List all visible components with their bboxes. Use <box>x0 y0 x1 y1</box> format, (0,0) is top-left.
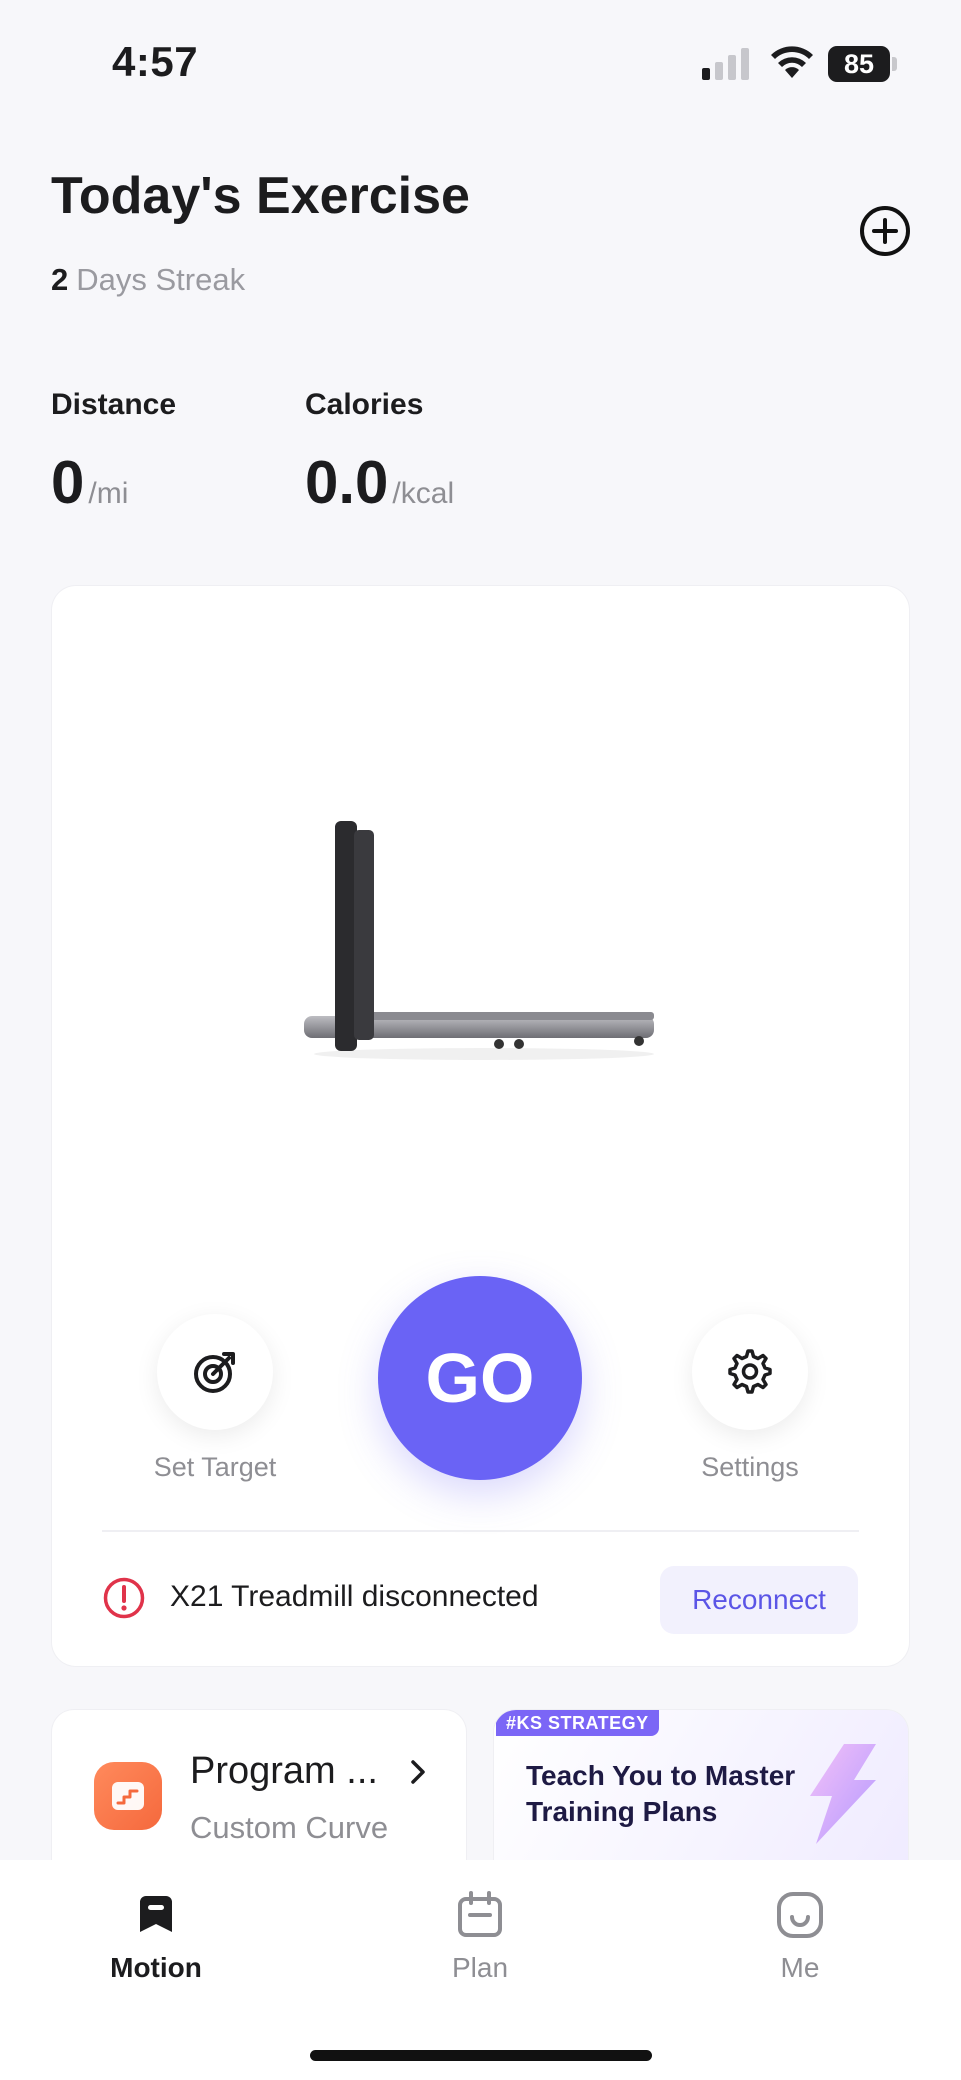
lightning-bolt-icon <box>810 1744 876 1844</box>
set-target-button[interactable] <box>157 1314 273 1430</box>
calories-unit: /kcal <box>392 477 455 510</box>
tab-motion[interactable]: Motion <box>86 1890 226 1984</box>
status-bar: 4:57 85 <box>0 0 961 120</box>
strategy-tag: #KS STRATEGY <box>496 1710 659 1736</box>
distance-value: 0 <box>51 449 85 516</box>
reconnect-button[interactable]: Reconnect <box>660 1566 858 1634</box>
device-card: Set Target GO Settings X21 Treadmill dis… <box>52 586 909 1666</box>
settings-label: Settings <box>701 1452 799 1482</box>
calories-value: 0.0 <box>305 449 389 516</box>
distance-unit: /mi <box>88 477 129 510</box>
page-title: Today's Exercise <box>51 167 470 225</box>
target-icon <box>194 1352 235 1393</box>
cellular-signal-icon <box>702 48 749 80</box>
program-subtitle: Custom Curve <box>190 1810 389 1845</box>
calendar-icon <box>458 1891 502 1937</box>
tab-me[interactable]: Me <box>730 1890 870 1984</box>
home-indicator <box>310 2050 652 2061</box>
today-exercise-screen: 4:57 85 Today's Exercise 2 Days Streak Di… <box>0 0 961 2080</box>
streak-label: Days Streak <box>76 262 246 297</box>
treadmill-image <box>304 821 654 1060</box>
streak-count: 2 <box>51 262 69 297</box>
calories-stat: Calories 0.0/kcal <box>305 388 454 517</box>
motion-icon <box>140 1896 172 1932</box>
card-divider <box>102 1530 859 1532</box>
set-target-label: Set Target <box>153 1452 277 1482</box>
curve-icon <box>112 1782 144 1810</box>
disconnect-status: X21 Treadmill disconnected <box>170 1580 539 1613</box>
go-button[interactable]: GO <box>378 1276 582 1480</box>
wifi-icon <box>771 46 813 78</box>
set-target-action[interactable]: Set Target <box>150 1314 280 1483</box>
program-title: Program ... <box>190 1750 378 1792</box>
battery-tip <box>892 57 897 71</box>
settings-button[interactable] <box>692 1314 808 1430</box>
bottom-tab-bar: Motion Plan Me <box>0 1860 961 2080</box>
streak-text: 2 Days Streak <box>51 262 245 298</box>
tab-me-label: Me <box>780 1952 820 1983</box>
chevron-right-icon <box>411 1760 425 1784</box>
tab-motion-label: Motion <box>110 1952 202 1983</box>
distance-stat: Distance 0/mi <box>51 388 176 517</box>
settings-action[interactable]: Settings <box>680 1314 820 1483</box>
alert-icon <box>103 1577 145 1619</box>
face-icon <box>777 1892 823 1938</box>
tab-plan[interactable]: Plan <box>410 1890 550 1984</box>
status-time: 4:57 <box>112 38 199 85</box>
tab-plan-label: Plan <box>451 1952 509 1983</box>
gear-icon <box>728 1349 772 1394</box>
calories-label: Calories <box>305 388 424 421</box>
program-icon <box>94 1762 162 1830</box>
battery-level: 85 <box>828 46 890 82</box>
distance-label: Distance <box>51 388 177 421</box>
battery-indicator: 85 <box>828 46 898 82</box>
add-circle-icon[interactable] <box>858 204 912 258</box>
